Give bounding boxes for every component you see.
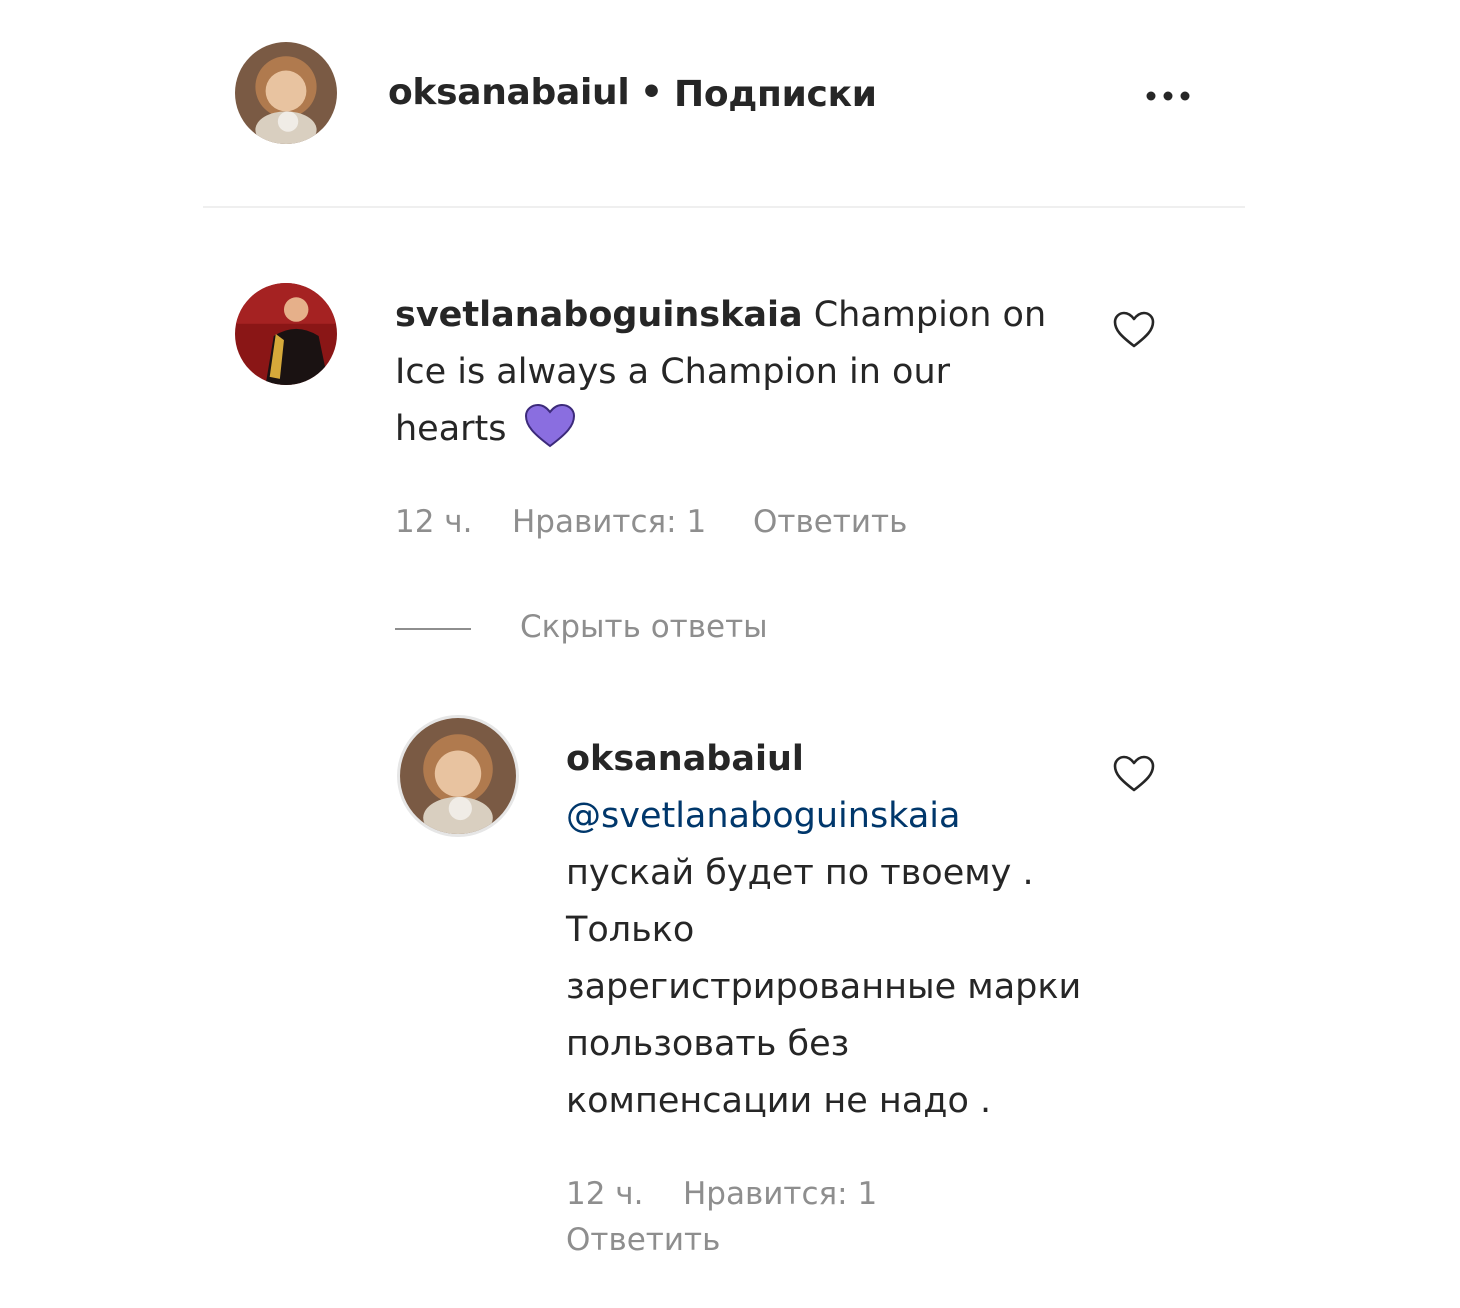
reply-body: oksanabaiul @svetlanaboguinskaia пускай … [566, 731, 1086, 1130]
reply-username[interactable]: oksanabaiul [566, 739, 804, 779]
header-separator: • [640, 72, 664, 113]
reply-avatar[interactable] [400, 718, 516, 834]
comment-likes-count[interactable]: Нравится: 1 [512, 504, 706, 540]
header-username[interactable]: oksanabaiul [388, 72, 630, 113]
reply-timestamp: 12 ч. [566, 1176, 644, 1212]
reply-mention-link[interactable]: @svetlanaboguinskaia [566, 796, 960, 836]
purple-heart-emoji [524, 403, 576, 448]
hide-replies-button[interactable]: Скрыть ответы [520, 609, 768, 645]
comment-like-heart-icon[interactable] [1112, 310, 1156, 350]
following-status-button[interactable]: Подписки [674, 74, 877, 115]
reply-likes-count[interactable]: Нравится: 1 [683, 1176, 877, 1212]
reply-reply-button[interactable]: Ответить [566, 1222, 720, 1258]
comment-timestamp: 12 ч. [395, 504, 473, 540]
reply-text: пускай будет по твоему . Только зарегист… [566, 853, 1082, 1121]
comment-username[interactable]: svetlanaboguinskaia [395, 295, 803, 335]
replies-line-divider [395, 628, 471, 630]
more-options-icon[interactable] [1140, 84, 1196, 108]
header-avatar[interactable] [235, 42, 337, 144]
reply-like-heart-icon[interactable] [1112, 754, 1156, 794]
comment-reply-button[interactable]: Ответить [753, 504, 907, 540]
header-divider [203, 206, 1245, 208]
comment-avatar[interactable] [235, 283, 337, 385]
comment-body: svetlanaboguinskaia Champion on Ice is a… [395, 287, 1055, 458]
